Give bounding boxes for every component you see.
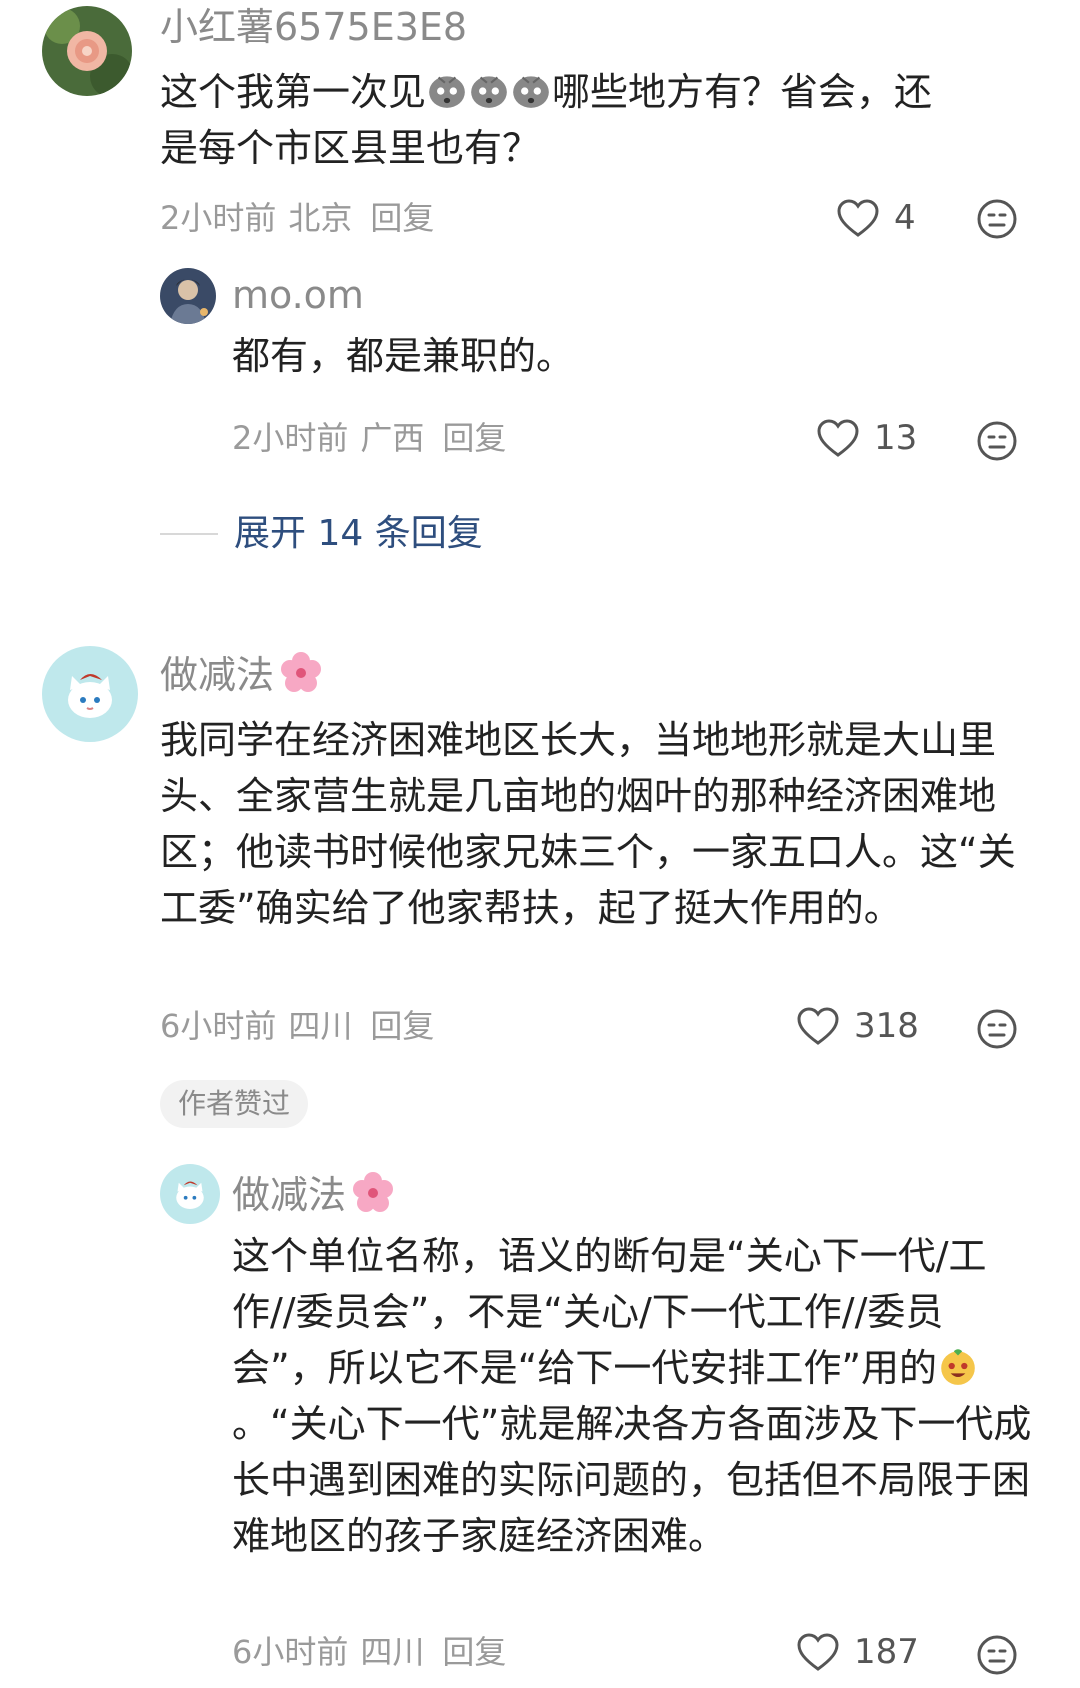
expand-divider (160, 533, 218, 535)
like-button[interactable]: 4 (836, 198, 916, 238)
comment-content: 这个单位名称，语义的断句是“关心下一代/工作//委员会”，不是“关心/下一代工作… (232, 1228, 1032, 1564)
comment-content: 这个我第一次见 哪些地方有？省会，还是每个市区县里也有？ (160, 64, 970, 176)
expand-replies-label[interactable]: 展开 14 条回复 (234, 516, 483, 552)
cherry-blossom-icon (278, 650, 324, 696)
comment-meta: 2小时前 北京 回复 (160, 202, 434, 234)
like-count: 13 (874, 418, 918, 458)
like-button[interactable]: 318 (796, 1006, 919, 1046)
grin-face-emoji-icon (937, 1345, 979, 1387)
heart-outline-icon (797, 1007, 839, 1045)
expand-replies-button[interactable]: 展开 14 条回复 (160, 516, 483, 552)
heart-outline-icon (837, 199, 879, 237)
comment-meta: 6小时前 四川 回复 (160, 1010, 434, 1042)
sad-face-emoji-icon (510, 69, 552, 111)
comment-username[interactable]: mo.om (232, 276, 364, 314)
sad-face-emoji-icon (468, 69, 510, 111)
comment-meta: 6小时前 四川 回复 (232, 1636, 506, 1668)
reply-button[interactable]: 回复 (370, 199, 434, 237)
comment-text-part: 这个我第一次见 (160, 70, 427, 114)
comment-region: 四川 (288, 1007, 353, 1045)
avatar-user-1[interactable] (42, 6, 132, 96)
emoji-reaction-button[interactable] (976, 1634, 1018, 1676)
emoji-reaction-button[interactable] (976, 198, 1018, 240)
comment-time: 6小时前 (232, 1633, 349, 1671)
comment-text-part: 。“关心下一代”就是解决各方各面涉及下一代成长中遇到困难的实际问题的，包括但不局… (232, 1402, 1032, 1558)
comment-time: 6小时前 (160, 1007, 277, 1045)
emoji-face-icon (977, 199, 1017, 239)
comment-username[interactable]: 做减法 (232, 1170, 396, 1216)
comment-text-part: 这个单位名称，语义的断句是“关心下一代/工作//委员会”，不是“关心/下一代工作… (232, 1234, 987, 1390)
emoji-reaction-button[interactable] (976, 420, 1018, 462)
emoji-face-icon (977, 421, 1017, 461)
emoji-face-icon (977, 1009, 1017, 1049)
like-count: 318 (854, 1006, 919, 1046)
avatar-user-3[interactable] (42, 646, 138, 742)
heart-outline-icon (817, 419, 859, 457)
sad-face-emoji-icon (426, 69, 468, 111)
like-button[interactable]: 13 (816, 418, 917, 458)
emoji-reaction-button[interactable] (976, 1008, 1018, 1050)
reply-button[interactable]: 回复 (442, 1633, 506, 1671)
like-button[interactable]: 187 (796, 1632, 919, 1672)
avatar-user-2[interactable] (160, 268, 216, 324)
emoji-face-icon (977, 1635, 1017, 1675)
comment-region: 广西 (360, 419, 425, 457)
comment-region: 北京 (288, 199, 353, 237)
cherry-blossom-icon (350, 1170, 396, 1216)
like-count: 4 (894, 198, 916, 238)
heart-outline-icon (797, 1633, 839, 1671)
comment-region: 四川 (360, 1633, 425, 1671)
comment-time: 2小时前 (160, 199, 277, 237)
comment-meta: 2小时前 广西 回复 (232, 422, 506, 454)
author-liked-badge: 作者赞过 (160, 1080, 309, 1128)
avatar-user-4[interactable] (160, 1164, 220, 1224)
comment-username[interactable]: 小红薯6575E3E8 (160, 8, 467, 46)
comment-username[interactable]: 做减法 (160, 650, 324, 696)
username-text: 做减法 (232, 1173, 347, 1217)
comment-time: 2小时前 (232, 419, 349, 457)
reply-button[interactable]: 回复 (370, 1007, 434, 1045)
username-text: 做减法 (160, 653, 275, 697)
comment-content: 我同学在经济困难地区长大，当地地形就是大山里头、全家营生就是几亩地的烟叶的那种经… (160, 718, 1016, 930)
comment-content: 都有，都是兼职的。 (232, 334, 575, 378)
like-count: 187 (854, 1632, 919, 1672)
reply-button[interactable]: 回复 (442, 419, 506, 457)
